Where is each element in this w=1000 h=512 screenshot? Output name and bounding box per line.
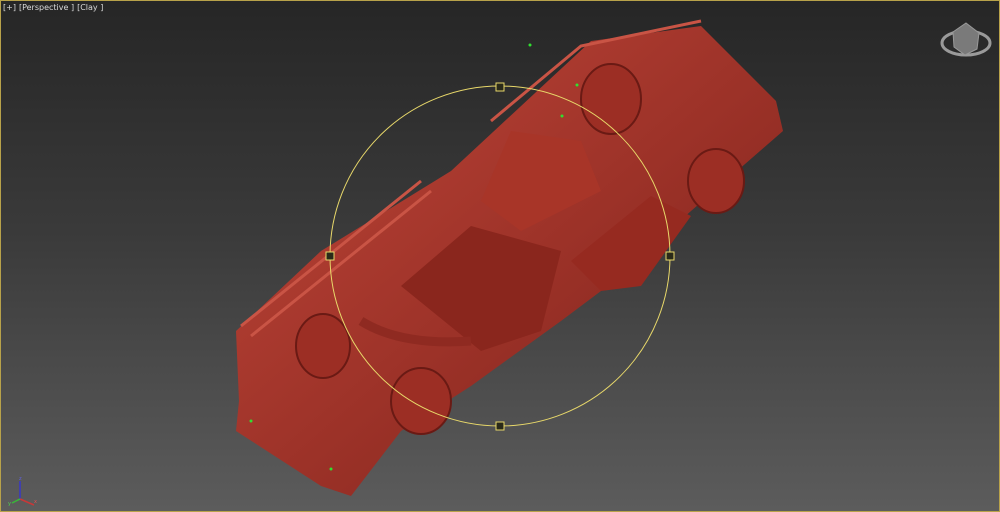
gizmo-handle-top [495,82,505,92]
axis-y-label: y [8,501,11,507]
wheel [580,63,642,135]
gizmo-handle-bottom [495,421,505,431]
viewcube-icon[interactable] [939,19,993,61]
axis-x-label: x [34,499,37,505]
wheel [390,367,452,435]
axis-z-label: z [19,476,22,482]
gizmo-handle-left [325,251,335,261]
fire-truck-model[interactable] [236,19,783,496]
scene-model[interactable] [1,1,1000,512]
perspective-viewport[interactable]: [+] [Perspective ] [Clay ] z x y [0,0,1000,512]
wheel [295,313,351,379]
wheel [687,148,745,214]
axis-tripod-icon: z x y [8,476,37,507]
gizmo-handle-right [665,251,675,261]
